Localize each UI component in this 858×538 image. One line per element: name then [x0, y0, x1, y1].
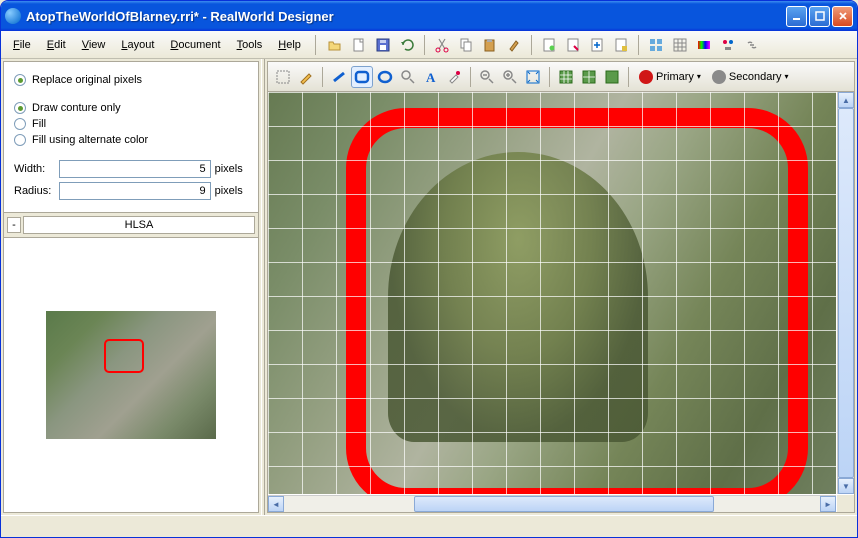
grid-toggle-1-icon[interactable]	[555, 66, 577, 88]
canvas-panel: A Primary ▾ Secondary	[267, 61, 855, 513]
link-icon[interactable]	[741, 34, 763, 56]
hlsa-panel: - HLSA	[4, 212, 258, 238]
width-unit: pixels	[215, 163, 248, 175]
v-scroll-track[interactable]	[838, 108, 854, 478]
left-panel: Replace original pixels Draw conture onl…	[3, 61, 259, 513]
doc2-icon[interactable]	[562, 34, 584, 56]
menu-help[interactable]: Help	[272, 36, 307, 54]
radius-unit: pixels	[215, 185, 248, 197]
picker-tool-icon[interactable]	[443, 66, 465, 88]
v-scroll-thumb[interactable]	[838, 108, 854, 478]
preview-panel[interactable]	[4, 238, 258, 512]
grid2-icon[interactable]	[669, 34, 691, 56]
zoomin-icon[interactable]	[499, 66, 521, 88]
copy-icon[interactable]	[455, 34, 477, 56]
statusbar	[1, 515, 857, 537]
grid-toggle-2-icon[interactable]	[578, 66, 600, 88]
preview-image	[46, 311, 216, 439]
fit-icon[interactable]	[522, 66, 544, 88]
wizard-icon[interactable]	[717, 34, 739, 56]
menu-view[interactable]: View	[76, 36, 112, 54]
new-icon[interactable]	[348, 34, 370, 56]
zoomout-icon[interactable]	[476, 66, 498, 88]
undo-icon[interactable]	[396, 34, 418, 56]
scroll-corner	[837, 495, 854, 512]
magnify-tool-icon[interactable]	[397, 66, 419, 88]
save-icon[interactable]	[372, 34, 394, 56]
doc4-icon[interactable]	[610, 34, 632, 56]
pixel-grid-overlay	[268, 92, 836, 494]
text-tool-icon[interactable]: A	[420, 66, 442, 88]
select-tool-icon[interactable]	[272, 66, 294, 88]
radius-input[interactable]	[59, 182, 211, 200]
app-icon	[5, 8, 21, 24]
menu-edit[interactable]: Edit	[41, 36, 72, 54]
scroll-up-button[interactable]: ▲	[838, 92, 854, 108]
open-icon[interactable]	[324, 34, 346, 56]
menubar: File Edit View Layout Document Tools Hel…	[1, 31, 857, 59]
hlsa-collapse-button[interactable]: -	[7, 217, 21, 233]
doc1-icon[interactable]	[538, 34, 560, 56]
splitter[interactable]	[261, 59, 265, 515]
secondary-color-button[interactable]: Secondary ▾	[707, 67, 794, 87]
primary-swatch-icon	[639, 70, 653, 84]
content-area: Replace original pixels Draw conture onl…	[1, 59, 857, 515]
color-icon[interactable]	[693, 34, 715, 56]
menu-document[interactable]: Document	[164, 36, 226, 54]
doc3-icon[interactable]	[586, 34, 608, 56]
svg-text:A: A	[426, 70, 436, 85]
canvas[interactable]	[268, 92, 836, 494]
width-input[interactable]	[59, 160, 211, 178]
chevron-down-icon: ▾	[785, 72, 789, 81]
app-window: AtopTheWorldOfBlarney.rri* - RealWorld D…	[0, 0, 858, 538]
scroll-down-button[interactable]: ▼	[838, 478, 854, 494]
tool-options: Replace original pixels Draw conture onl…	[4, 62, 258, 212]
close-button[interactable]	[832, 6, 853, 27]
canvas-viewport: ◄ ► ▲ ▼	[268, 92, 854, 512]
brush-icon[interactable]	[503, 34, 525, 56]
radio-replace-pixels[interactable]: Replace original pixels	[14, 74, 248, 86]
titlebar[interactable]: AtopTheWorldOfBlarney.rri* - RealWorld D…	[1, 1, 857, 31]
roundrect-tool-icon[interactable]	[351, 66, 373, 88]
ellipse-tool-icon[interactable]	[374, 66, 396, 88]
scroll-right-button[interactable]: ►	[820, 496, 836, 512]
radio-fill[interactable]: Fill	[14, 118, 248, 130]
main-toolbar	[324, 34, 763, 56]
grid1-icon[interactable]	[645, 34, 667, 56]
cut-icon[interactable]	[431, 34, 453, 56]
h-scroll-thumb[interactable]	[414, 496, 714, 512]
hlsa-tab[interactable]: HLSA	[23, 216, 255, 234]
maximize-button[interactable]	[809, 6, 830, 27]
canvas-toolbar: A Primary ▾ Secondary	[268, 62, 854, 92]
minimize-button[interactable]	[786, 6, 807, 27]
scroll-left-button[interactable]: ◄	[268, 496, 284, 512]
width-label: Width:	[14, 163, 59, 175]
menu-layout[interactable]: Layout	[115, 36, 160, 54]
radio-draw-contour[interactable]: Draw conture only	[14, 102, 248, 114]
menu-file[interactable]: File	[7, 36, 37, 54]
pencil-tool-icon[interactable]	[295, 66, 317, 88]
menu-tools[interactable]: Tools	[231, 36, 269, 54]
chevron-down-icon: ▾	[697, 72, 701, 81]
horizontal-scrollbar[interactable]: ◄ ►	[268, 495, 836, 512]
h-scroll-track[interactable]	[284, 496, 820, 512]
grid-toggle-3-icon[interactable]	[601, 66, 623, 88]
window-title: AtopTheWorldOfBlarney.rri* - RealWorld D…	[26, 9, 786, 24]
line-tool-icon[interactable]	[328, 66, 350, 88]
primary-color-button[interactable]: Primary ▾	[634, 67, 706, 87]
radio-fill-alternate[interactable]: Fill using alternate color	[14, 134, 248, 146]
radius-label: Radius:	[14, 185, 59, 197]
vertical-scrollbar[interactable]: ▲ ▼	[837, 92, 854, 494]
paste-icon[interactable]	[479, 34, 501, 56]
preview-selection-rect	[104, 339, 144, 373]
secondary-swatch-icon	[712, 70, 726, 84]
